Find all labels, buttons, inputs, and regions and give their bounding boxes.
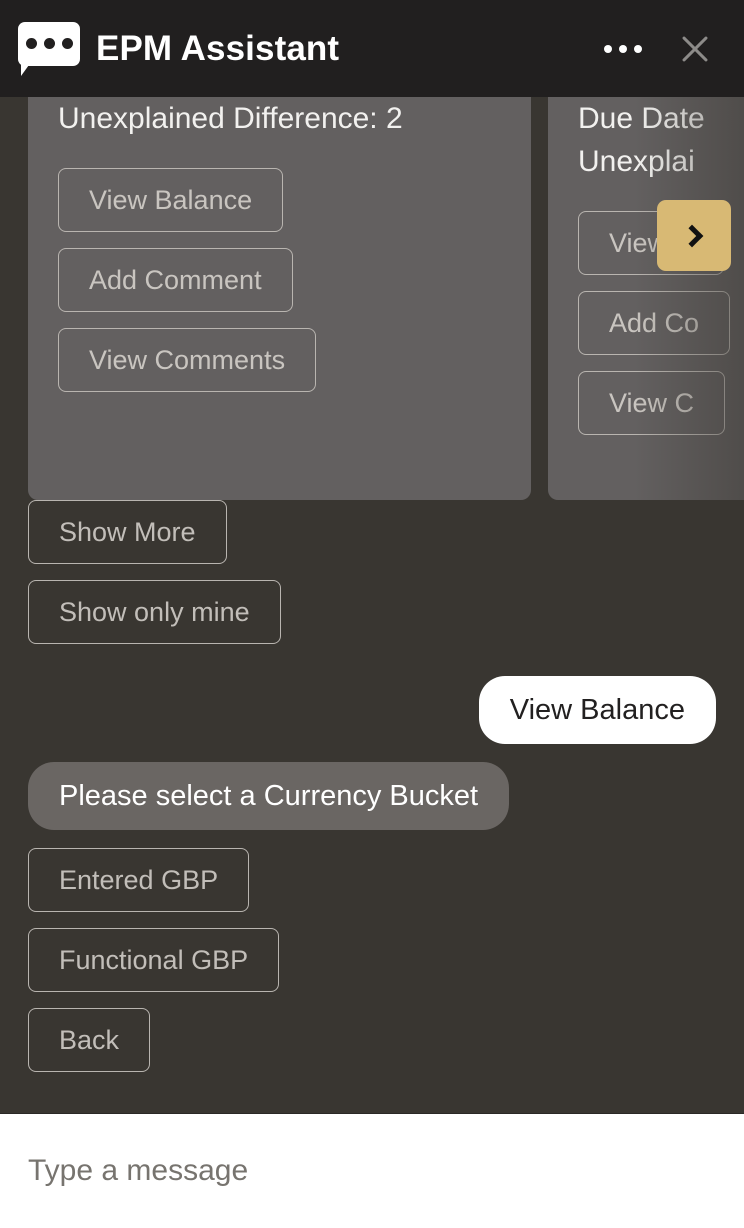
user-message-row: View Balance xyxy=(28,676,716,744)
option-entered-gbp-button[interactable]: Entered GBP xyxy=(28,848,250,912)
card-action-group: View Balance Add Comment View Comments xyxy=(58,168,507,392)
user-message-bubble: View Balance xyxy=(478,676,716,744)
option-back-button[interactable]: Back xyxy=(28,1008,151,1072)
option-functional-gbp-button[interactable]: Functional GBP xyxy=(28,928,280,992)
chat-scroll-area[interactable]: Unexplained Difference: 2 View Balance A… xyxy=(0,97,744,1113)
chevron-right-icon xyxy=(680,224,703,247)
more-horizontal-icon[interactable] xyxy=(596,35,650,63)
card-add-comment-button[interactable]: Add Co xyxy=(578,291,731,355)
bot-message-bubble: Please select a Currency Bucket xyxy=(28,762,510,830)
message-composer xyxy=(0,1113,744,1228)
message-input[interactable] xyxy=(28,1154,716,1188)
record-card-carousel[interactable]: Unexplained Difference: 2 View Balance A… xyxy=(0,97,744,500)
record-card: Due Date Unexplai View B Add Co View C xyxy=(548,97,744,500)
chat-bubble-dots-icon xyxy=(18,20,80,78)
show-only-mine-button[interactable]: Show only mine xyxy=(28,580,281,644)
card-line: Unexplained Difference: 2 xyxy=(58,102,403,135)
card-view-comments-button[interactable]: View Comments xyxy=(58,328,317,392)
record-card: Unexplained Difference: 2 View Balance A… xyxy=(28,97,531,500)
show-more-button[interactable]: Show More xyxy=(28,500,227,564)
message-stream: Show More Show only mine View Balance Pl… xyxy=(0,500,744,1072)
card-view-comments-button[interactable]: View C xyxy=(578,371,726,435)
close-icon[interactable] xyxy=(678,32,712,66)
card-view-balance-button[interactable]: View Balance xyxy=(58,168,284,232)
epm-assistant-window: EPM Assistant Unexplained Difference: 2 … xyxy=(0,0,744,1228)
quick-reply-group: Entered GBP Functional GBP Back xyxy=(28,848,280,1072)
carousel-next-button[interactable] xyxy=(657,200,731,271)
card-line: Due Date xyxy=(578,102,705,135)
window-header: EPM Assistant xyxy=(0,0,744,97)
card-line: Unexplai xyxy=(578,145,695,178)
card-add-comment-button[interactable]: Add Comment xyxy=(58,248,293,312)
app-title: EPM Assistant xyxy=(96,28,340,68)
